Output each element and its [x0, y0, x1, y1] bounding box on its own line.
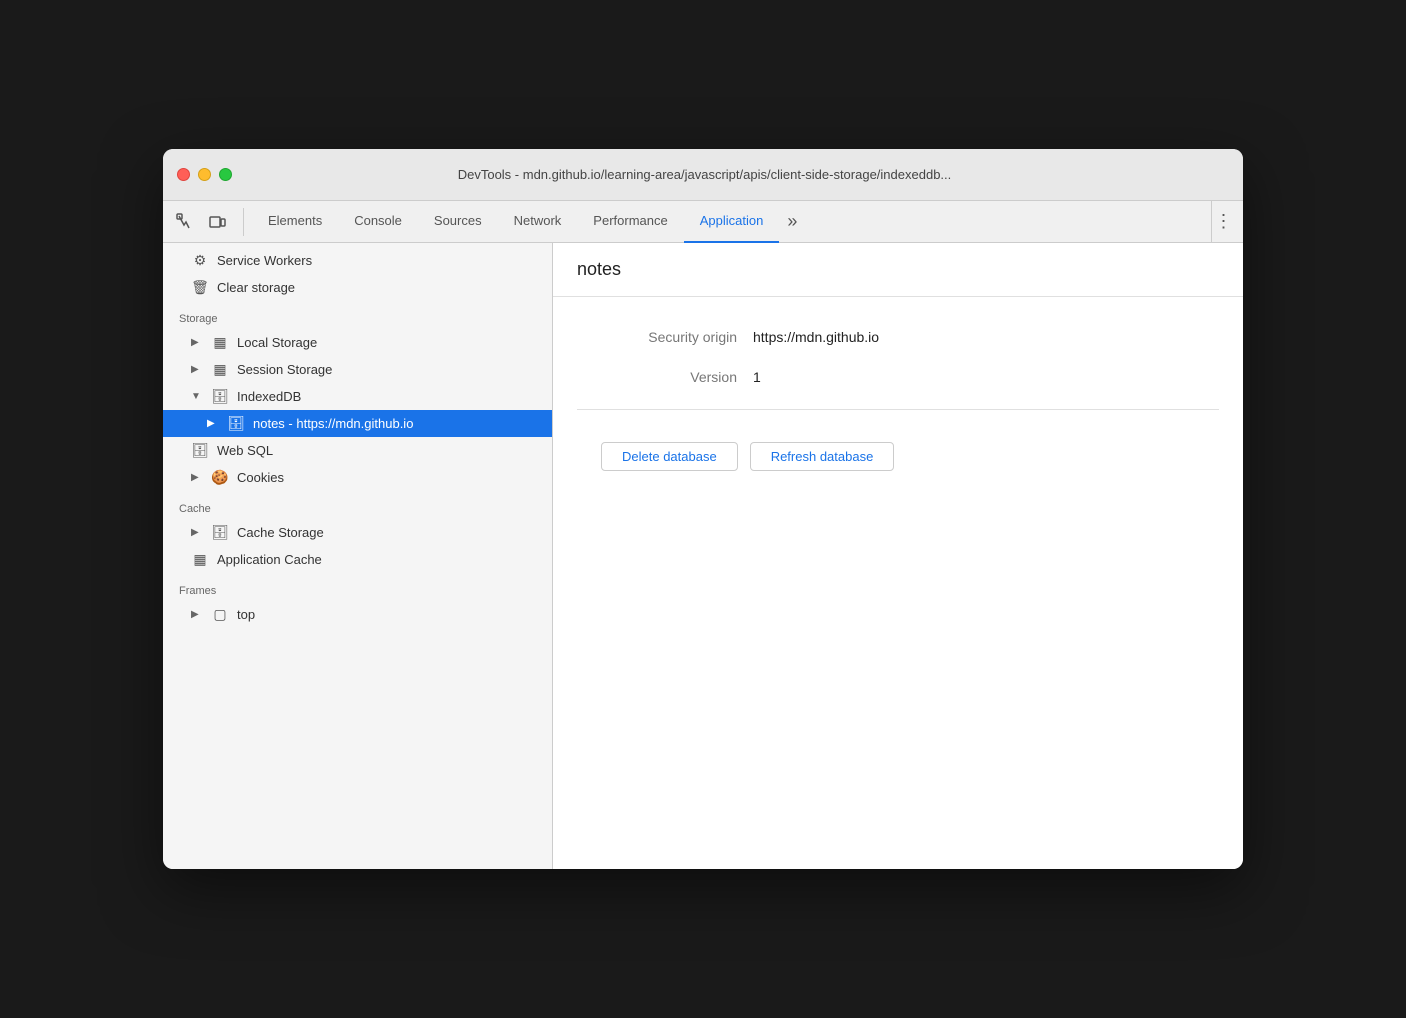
tab-console[interactable]: Console	[338, 201, 418, 243]
tab-performance[interactable]: Performance	[577, 201, 683, 243]
refresh-database-button[interactable]: Refresh database	[750, 442, 895, 471]
divider	[577, 409, 1219, 410]
tabs-container: Elements Console Sources Network Perform…	[252, 201, 1211, 243]
main-content: ⚙ Service Workers 🗑 Clear storage Storag…	[163, 243, 1243, 869]
cookies-icon: 🍪	[211, 469, 229, 486]
tab-application[interactable]: Application	[684, 201, 780, 243]
notes-db-arrow: ▶	[207, 418, 219, 429]
sidebar-item-notes-db[interactable]: ▶ 🗄 notes - https://mdn.github.io	[163, 410, 552, 437]
web-sql-icon: 🗄	[191, 442, 209, 459]
cache-storage-icon: 🗄	[211, 524, 229, 541]
indexeddb-icon: 🗄	[211, 388, 229, 405]
tab-sources[interactable]: Sources	[418, 201, 498, 243]
local-storage-icon: ▦	[211, 334, 229, 351]
frames-section-label: Frames	[163, 573, 552, 601]
sidebar-item-cookies[interactable]: ▶ 🍪 Cookies	[163, 464, 552, 491]
inspect-icon[interactable]	[171, 208, 199, 236]
cache-storage-arrow: ▶	[191, 527, 203, 538]
security-origin-label: Security origin	[577, 329, 737, 345]
storage-section-label: Storage	[163, 301, 552, 329]
session-storage-arrow: ▶	[191, 364, 203, 375]
detail-title: notes	[577, 259, 1219, 280]
tab-network[interactable]: Network	[498, 201, 578, 243]
notes-db-icon: 🗄	[227, 415, 245, 432]
sidebar-item-local-storage[interactable]: ▶ ▦ Local Storage	[163, 329, 552, 356]
sidebar-item-session-storage[interactable]: ▶ ▦ Session Storage	[163, 356, 552, 383]
action-buttons: Delete database Refresh database	[577, 442, 1219, 471]
devtools-window: DevTools - mdn.github.io/learning-area/j…	[163, 149, 1243, 869]
tab-elements[interactable]: Elements	[252, 201, 338, 243]
cookies-arrow: ▶	[191, 472, 203, 483]
more-tabs-button[interactable]: »	[779, 201, 805, 243]
version-label: Version	[577, 369, 737, 385]
detail-header: notes	[553, 243, 1243, 297]
sidebar-item-top-frame[interactable]: ▶ ▢ top	[163, 601, 552, 628]
top-frame-arrow: ▶	[191, 609, 203, 620]
titlebar: DevTools - mdn.github.io/learning-area/j…	[163, 149, 1243, 201]
window-title: DevTools - mdn.github.io/learning-area/j…	[180, 167, 1229, 182]
application-cache-icon: ▦	[191, 551, 209, 568]
device-icon[interactable]	[203, 208, 231, 236]
sidebar-item-indexeddb[interactable]: ▼ 🗄 IndexedDB	[163, 383, 552, 410]
toolbar-icons	[171, 208, 244, 236]
security-origin-row: Security origin https://mdn.github.io	[577, 329, 1219, 345]
detail-body: Security origin https://mdn.github.io Ve…	[553, 297, 1243, 869]
sidebar: ⚙ Service Workers 🗑 Clear storage Storag…	[163, 243, 553, 869]
delete-database-button[interactable]: Delete database	[601, 442, 738, 471]
session-storage-icon: ▦	[211, 361, 229, 378]
cache-section-label: Cache	[163, 491, 552, 519]
local-storage-arrow: ▶	[191, 337, 203, 348]
trash-icon: 🗑	[191, 279, 209, 296]
sidebar-item-web-sql[interactable]: 🗄 Web SQL	[163, 437, 552, 464]
detail-panel: notes Security origin https://mdn.github…	[553, 243, 1243, 869]
sidebar-item-application-cache[interactable]: ▦ Application Cache	[163, 546, 552, 573]
version-row: Version 1	[577, 369, 1219, 385]
sidebar-item-cache-storage[interactable]: ▶ 🗄 Cache Storage	[163, 519, 552, 546]
version-value: 1	[753, 369, 761, 385]
service-workers-icon: ⚙	[191, 252, 209, 269]
indexeddb-arrow: ▼	[191, 391, 203, 402]
toolbar: Elements Console Sources Network Perform…	[163, 201, 1243, 243]
sidebar-item-service-workers[interactable]: ⚙ Service Workers	[163, 247, 552, 274]
devtools-menu-button[interactable]: ⋮	[1211, 201, 1235, 243]
top-frame-icon: ▢	[211, 606, 229, 623]
security-origin-value: https://mdn.github.io	[753, 329, 879, 345]
sidebar-item-clear-storage[interactable]: 🗑 Clear storage	[163, 274, 552, 301]
